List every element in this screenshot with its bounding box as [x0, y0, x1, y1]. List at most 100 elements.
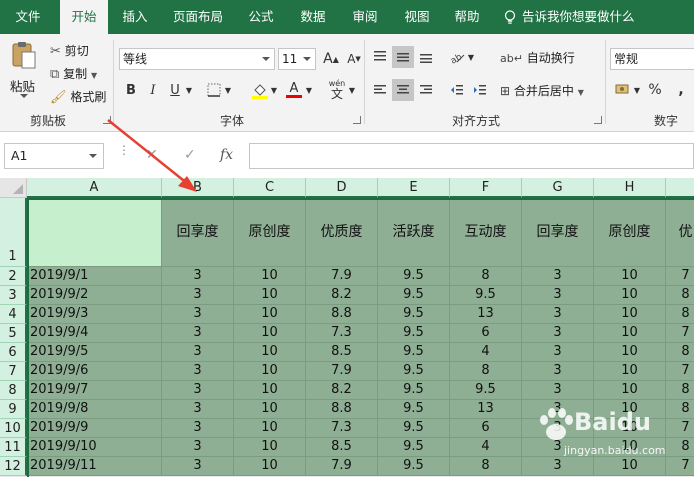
value-cell[interactable]: 3	[162, 305, 234, 324]
value-cell[interactable]: 7	[666, 457, 694, 476]
value-cell[interactable]: 9.5	[378, 286, 450, 305]
italic-button[interactable]: I	[142, 79, 164, 101]
value-cell[interactable]: 3	[522, 400, 594, 419]
header-cell[interactable]: 优质度	[306, 198, 378, 267]
wrap-text-button[interactable]: ab↵ 自动换行	[500, 49, 575, 66]
value-cell[interactable]: 9.5	[378, 362, 450, 381]
value-cell[interactable]: 10	[594, 400, 666, 419]
value-cell[interactable]: 3	[522, 362, 594, 381]
value-cell[interactable]: 7.9	[306, 457, 378, 476]
merge-center-button[interactable]: ⊞ 合并后居中 ▼	[500, 82, 584, 99]
column-header-a[interactable]: A	[27, 178, 162, 198]
font-color-button[interactable]: A	[283, 79, 305, 101]
value-cell[interactable]: 3	[522, 381, 594, 400]
value-cell[interactable]: 8	[450, 457, 522, 476]
cell-a1-active[interactable]	[27, 198, 162, 267]
tab-help[interactable]: 帮助	[446, 0, 488, 34]
value-cell[interactable]: 8	[450, 362, 522, 381]
font-launcher-icon[interactable]	[353, 116, 361, 124]
value-cell[interactable]: 3	[162, 286, 234, 305]
value-cell[interactable]: 6	[450, 419, 522, 438]
value-cell[interactable]: 9.5	[378, 305, 450, 324]
row-header-11[interactable]: 11	[0, 438, 27, 457]
value-cell[interactable]: 10	[594, 457, 666, 476]
value-cell[interactable]: 8.2	[306, 286, 378, 305]
row-header-8[interactable]: 8	[0, 381, 27, 400]
header-cell[interactable]: 回享度	[162, 198, 234, 267]
row-header-7[interactable]: 7	[0, 362, 27, 381]
tell-me-box[interactable]: 告诉我你想要做什么	[504, 0, 635, 34]
value-cell[interactable]: 10	[594, 267, 666, 286]
value-cell[interactable]: 10	[234, 381, 306, 400]
value-cell[interactable]: 10	[234, 343, 306, 362]
phonetic-button[interactable]: wén 文	[326, 76, 348, 104]
value-cell[interactable]: 10	[594, 343, 666, 362]
align-bottom-button[interactable]	[415, 46, 437, 68]
value-cell[interactable]: 9.5	[378, 457, 450, 476]
value-cell[interactable]: 8.2	[306, 381, 378, 400]
select-all-button[interactable]	[0, 178, 27, 198]
value-cell[interactable]: 6	[450, 324, 522, 343]
row-header-10[interactable]: 10	[0, 419, 27, 438]
header-cell[interactable]: 原创度	[594, 198, 666, 267]
value-cell[interactable]: 3	[522, 343, 594, 362]
date-cell[interactable]: 2019/9/7	[27, 381, 162, 400]
row-header-6[interactable]: 6	[0, 343, 27, 362]
row-header-4[interactable]: 4	[0, 305, 27, 324]
cancel-icon[interactable]: ✕	[146, 147, 158, 163]
fill-color-dropdown[interactable]: ▼	[268, 79, 280, 101]
value-cell[interactable]: 3	[162, 457, 234, 476]
row-header-9[interactable]: 9	[0, 400, 27, 419]
value-cell[interactable]: 9.5	[378, 324, 450, 343]
value-cell[interactable]: 10	[234, 400, 306, 419]
value-cell[interactable]: 10	[594, 362, 666, 381]
value-cell[interactable]: 3	[162, 362, 234, 381]
value-cell[interactable]: 10	[234, 419, 306, 438]
row-header-2[interactable]: 2	[0, 267, 27, 286]
value-cell[interactable]: 7	[666, 362, 694, 381]
value-cell[interactable]: 3	[522, 438, 594, 457]
underline-dropdown[interactable]: ▼	[183, 79, 195, 101]
format-painter-button[interactable]: 🖌 格式刷	[50, 88, 106, 105]
value-cell[interactable]: 7.9	[306, 362, 378, 381]
value-cell[interactable]: 3	[522, 324, 594, 343]
font-color-dropdown[interactable]: ▼	[303, 79, 315, 101]
value-cell[interactable]: 9.5	[378, 400, 450, 419]
value-cell[interactable]: 8	[666, 438, 694, 457]
value-cell[interactable]: 10	[594, 324, 666, 343]
value-cell[interactable]: 10	[594, 381, 666, 400]
value-cell[interactable]: 9.5	[378, 267, 450, 286]
value-cell[interactable]: 8.5	[306, 438, 378, 457]
value-cell[interactable]: 7	[666, 324, 694, 343]
column-header-f[interactable]: F	[450, 178, 522, 198]
enter-icon[interactable]: ✓	[184, 147, 196, 163]
value-cell[interactable]: 7	[666, 267, 694, 286]
decrease-indent-button[interactable]	[446, 79, 468, 101]
header-cell[interactable]: 活跃度	[378, 198, 450, 267]
value-cell[interactable]: 8.8	[306, 305, 378, 324]
header-cell[interactable]: 原创度	[234, 198, 306, 267]
row-header-12[interactable]: 12	[0, 457, 27, 476]
value-cell[interactable]: 10	[234, 305, 306, 324]
date-cell[interactable]: 2019/9/3	[27, 305, 162, 324]
phonetic-dropdown[interactable]: ▼	[346, 79, 358, 101]
font-size-combo[interactable]: 11	[278, 48, 316, 70]
value-cell[interactable]: 10	[234, 457, 306, 476]
clipboard-launcher-icon[interactable]	[103, 116, 111, 124]
cut-button[interactable]: ✂ 剪切	[50, 42, 89, 59]
accounting-dropdown[interactable]: ▼	[631, 79, 643, 101]
value-cell[interactable]: 9.5	[378, 438, 450, 457]
date-cell[interactable]: 2019/9/4	[27, 324, 162, 343]
value-cell[interactable]: 3	[162, 400, 234, 419]
header-cell[interactable]: 回享度	[522, 198, 594, 267]
value-cell[interactable]: 3	[162, 343, 234, 362]
value-cell[interactable]: 10	[234, 362, 306, 381]
grow-font-button[interactable]: A ▲	[320, 48, 342, 70]
tab-review[interactable]: 审阅	[344, 0, 386, 34]
align-left-button[interactable]	[369, 79, 391, 101]
value-cell[interactable]: 3	[162, 381, 234, 400]
column-header-h[interactable]: H	[594, 178, 666, 198]
value-cell[interactable]: 7.3	[306, 324, 378, 343]
value-cell[interactable]: 9.5	[378, 343, 450, 362]
value-cell[interactable]: 3	[162, 438, 234, 457]
